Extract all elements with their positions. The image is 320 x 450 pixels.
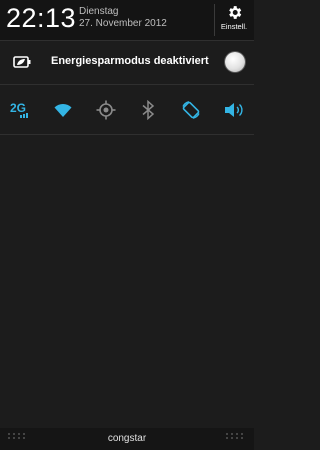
2g-icon: 2G <box>10 101 28 118</box>
header-divider <box>214 4 215 36</box>
notification-footer[interactable]: congstar <box>0 428 254 450</box>
clock: 22:13 <box>6 3 77 33</box>
gear-icon <box>228 6 241 19</box>
settings-label: Einstell. <box>220 22 248 31</box>
toggle-bluetooth[interactable] <box>134 96 162 124</box>
toggle-2g[interactable]: 2G <box>6 96 34 124</box>
date-block: Dienstag 27. November 2012 <box>79 6 167 30</box>
battery-leaf-icon <box>13 56 31 68</box>
toggle-sound[interactable] <box>219 96 247 124</box>
settings-button[interactable]: Einstell. <box>216 3 252 37</box>
toggle-wifi[interactable] <box>49 96 77 124</box>
power-saving-toggle[interactable] <box>225 52 245 72</box>
divider <box>0 40 254 41</box>
quick-settings-row: 2G <box>0 96 254 124</box>
power-saving-label: Energiesparmodus deaktiviert <box>51 55 209 67</box>
divider <box>0 134 254 135</box>
carrier-label: congstar <box>107 433 147 444</box>
toggle-gps[interactable] <box>92 96 120 124</box>
sound-icon <box>225 103 243 117</box>
divider <box>0 84 254 85</box>
gps-icon <box>96 100 116 120</box>
svg-text:2G: 2G <box>10 101 26 115</box>
notification-header: 22:13 Dienstag 27. November 2012 Einstel… <box>0 0 254 40</box>
wifi-icon <box>54 103 72 117</box>
bluetooth-icon <box>142 100 155 120</box>
toggle-auto-rotate[interactable] <box>177 96 205 124</box>
drag-handle-right <box>226 433 244 439</box>
weekday-label: Dienstag <box>79 6 119 17</box>
auto-rotate-icon <box>182 101 200 119</box>
date-label: 27. November 2012 <box>79 18 167 29</box>
power-saving-row[interactable]: Energiesparmodus deaktiviert <box>0 44 254 80</box>
